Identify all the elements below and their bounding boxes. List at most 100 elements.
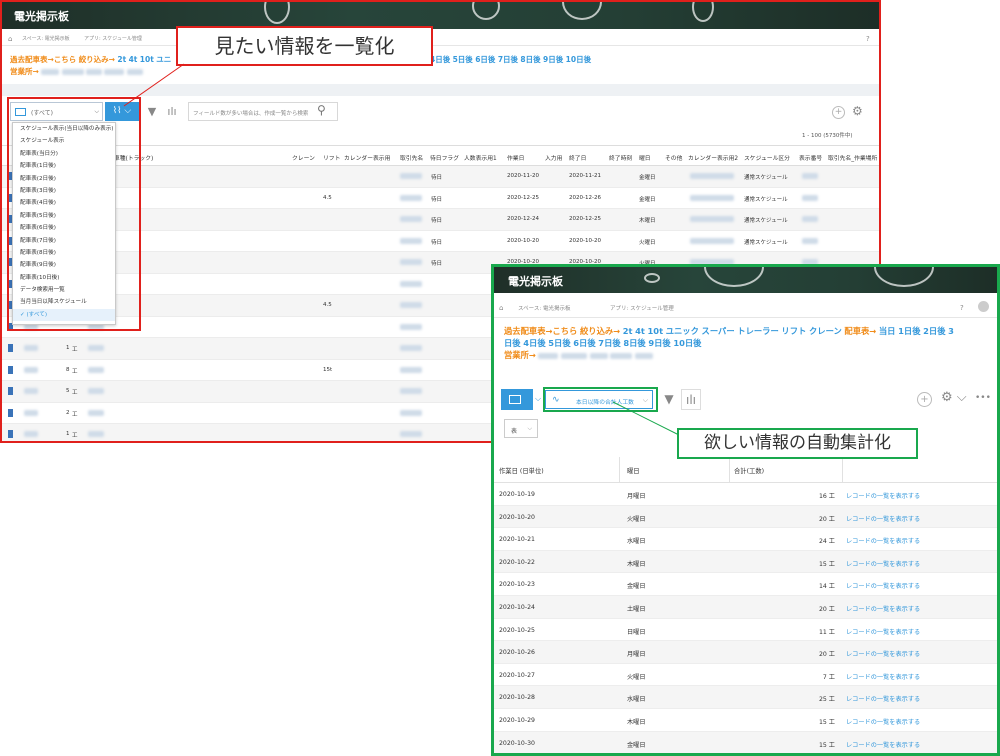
breadcrumb-space[interactable]: スペース: 電光掲示板 — [518, 304, 570, 312]
show-records-link[interactable]: レコードの一覧を表示する — [846, 491, 920, 500]
chevron-down-icon[interactable]: ⌵ — [535, 394, 541, 404]
schedule-label: 配車表→ — [844, 326, 877, 336]
show-records-link[interactable]: レコードの一覧を表示する — [846, 536, 920, 545]
day-link[interactable]: 4日後 — [523, 338, 545, 348]
add-record-button[interactable]: + — [917, 392, 932, 407]
day-link[interactable]: 日後 — [504, 338, 521, 348]
search-icon[interactable]: ⚲ — [317, 103, 326, 117]
filter-link-2t[interactable]: 2t — [623, 326, 633, 336]
col-header[interactable]: 作業日 — [507, 153, 524, 162]
cell-date: 2020-10-21 — [499, 536, 535, 544]
chart-type-select[interactable]: 表 ⌵ — [504, 419, 538, 438]
col-header[interactable]: 入力用 — [545, 153, 562, 162]
blurred-office-link[interactable] — [41, 69, 60, 75]
day-link[interactable]: 3 — [948, 326, 954, 336]
blurred-cell — [802, 237, 818, 244]
breadcrumb-app[interactable]: アプリ: スケジュール管理 — [84, 35, 142, 42]
help-icon[interactable]: ? — [960, 304, 964, 312]
app-title: 電光掲示板 — [14, 10, 69, 23]
col-header[interactable]: 曜日 — [639, 153, 651, 162]
avatar[interactable] — [978, 301, 989, 312]
blurred-office-link[interactable] — [85, 69, 102, 75]
cell-dow: 金曜日 — [639, 175, 656, 181]
day-link[interactable]: 9日後 — [543, 55, 563, 64]
day-link[interactable]: 7日後 — [498, 55, 518, 64]
blurred-office-link[interactable] — [610, 352, 633, 359]
col-header[interactable]: その他 — [665, 153, 682, 162]
cell-dow: 火曜日 — [627, 673, 646, 681]
home-icon[interactable]: ⌂ — [8, 35, 12, 43]
search-input[interactable]: フィールド数が多い場合は、作成一覧から検索 — [188, 102, 338, 121]
more-icon[interactable]: ••• — [975, 393, 991, 403]
col-header[interactable]: カレンダー表示用2 — [688, 153, 738, 162]
home-icon[interactable]: ⌂ — [499, 304, 503, 312]
breadcrumb-space[interactable]: スペース: 電光掲示板 — [22, 35, 70, 42]
filter-link-4t[interactable]: 4t — [635, 326, 645, 336]
col-header[interactable]: 終了日 — [569, 153, 586, 162]
show-records-link[interactable]: レコードの一覧を表示する — [846, 649, 920, 658]
col-divider — [729, 457, 730, 483]
col-header[interactable]: 人数表示用1 — [464, 153, 497, 162]
record-detail-icon[interactable] — [8, 387, 13, 395]
blurred-cell — [24, 388, 38, 394]
cell-date: 2020-10-19 — [499, 491, 535, 498]
show-records-link[interactable]: レコードの一覧を表示する — [846, 627, 920, 636]
day-link[interactable]: 8日後 — [520, 55, 540, 64]
filter-link-crane[interactable]: クレーン — [809, 326, 842, 336]
show-records-link[interactable]: レコードの一覧を表示する — [846, 672, 920, 681]
show-records-link[interactable]: レコードの一覧を表示する — [846, 559, 920, 568]
add-record-button[interactable]: + — [832, 106, 845, 119]
col-header[interactable]: リフト — [323, 153, 340, 162]
filter-link-unic[interactable]: ユニック — [666, 326, 699, 336]
record-detail-icon[interactable] — [8, 344, 13, 352]
col-header[interactable]: 取引先名_作業場所 — [828, 153, 877, 162]
filter-link-super[interactable]: スーパー — [702, 326, 735, 336]
day-link[interactable]: 1日後 — [898, 326, 920, 336]
day-link[interactable]: 7日後 — [598, 338, 620, 348]
blurred-office-link[interactable] — [635, 352, 654, 359]
breadcrumb-app[interactable]: アプリ: スケジュール管理 — [610, 304, 674, 312]
show-records-link[interactable]: レコードの一覧を表示する — [846, 694, 920, 703]
blurred-office-link[interactable] — [61, 69, 84, 75]
col-header[interactable]: 終了時刻 — [609, 153, 632, 162]
day-link[interactable]: 6日後 — [475, 55, 495, 64]
view-select-button[interactable] — [501, 389, 533, 410]
day-link[interactable]: 9日後 — [648, 338, 670, 348]
past-schedule-link[interactable]: 過去配車表→こちら — [504, 326, 577, 336]
day-link[interactable]: 当日 — [879, 326, 896, 336]
day-link[interactable]: 4日後 — [430, 55, 450, 64]
col-header[interactable]: クレーン — [292, 153, 315, 162]
col-header[interactable]: スケジュール区分 — [744, 153, 790, 162]
record-detail-icon[interactable] — [8, 365, 13, 374]
col-header[interactable]: 取引先名 — [400, 153, 423, 162]
day-link[interactable]: 8日後 — [623, 338, 645, 348]
show-records-link[interactable]: レコードの一覧を表示する — [846, 514, 920, 523]
show-records-link[interactable]: レコードの一覧を表示する — [846, 717, 920, 726]
col-header[interactable]: カレンダー表示用 — [344, 153, 390, 162]
past-schedule-link[interactable]: 過去配車表→こちら — [10, 55, 76, 64]
col-divider — [619, 457, 620, 483]
day-link[interactable]: 2日後 — [923, 326, 945, 336]
day-link[interactable]: 5日後 — [453, 55, 473, 64]
show-records-link[interactable]: レコードの一覧を表示する — [846, 604, 920, 613]
col-header[interactable]: 待日フラグ — [430, 153, 459, 162]
filter-link-trailer[interactable]: トレーラー — [737, 326, 779, 336]
gear-icon[interactable]: ⚙ — [852, 104, 863, 118]
col-header[interactable]: 表示番号 — [799, 153, 822, 162]
filter-link-10t[interactable]: 10t — [648, 326, 664, 336]
day-link[interactable]: 10日後 — [673, 338, 701, 348]
filter-link-lift[interactable]: リフト — [781, 326, 806, 336]
blurred-office-link[interactable] — [561, 352, 588, 359]
help-icon[interactable]: ? — [866, 35, 870, 43]
record-detail-icon[interactable] — [8, 430, 13, 438]
day-link[interactable]: 6日後 — [573, 338, 595, 348]
gear-icon[interactable]: ⚙ ⌵ — [941, 390, 967, 405]
record-detail-icon[interactable] — [8, 408, 13, 417]
blurred-office-link[interactable] — [589, 352, 608, 359]
show-records-link[interactable]: レコードの一覧を表示する — [846, 581, 920, 590]
blurred-office-link[interactable] — [538, 352, 559, 359]
day-link[interactable]: 5日後 — [548, 338, 570, 348]
show-records-link[interactable]: レコードの一覧を表示する — [846, 740, 920, 749]
day-link[interactable]: 10日後 — [566, 55, 591, 64]
callout-list-view: 見たい情報を一覧化 — [176, 26, 433, 66]
